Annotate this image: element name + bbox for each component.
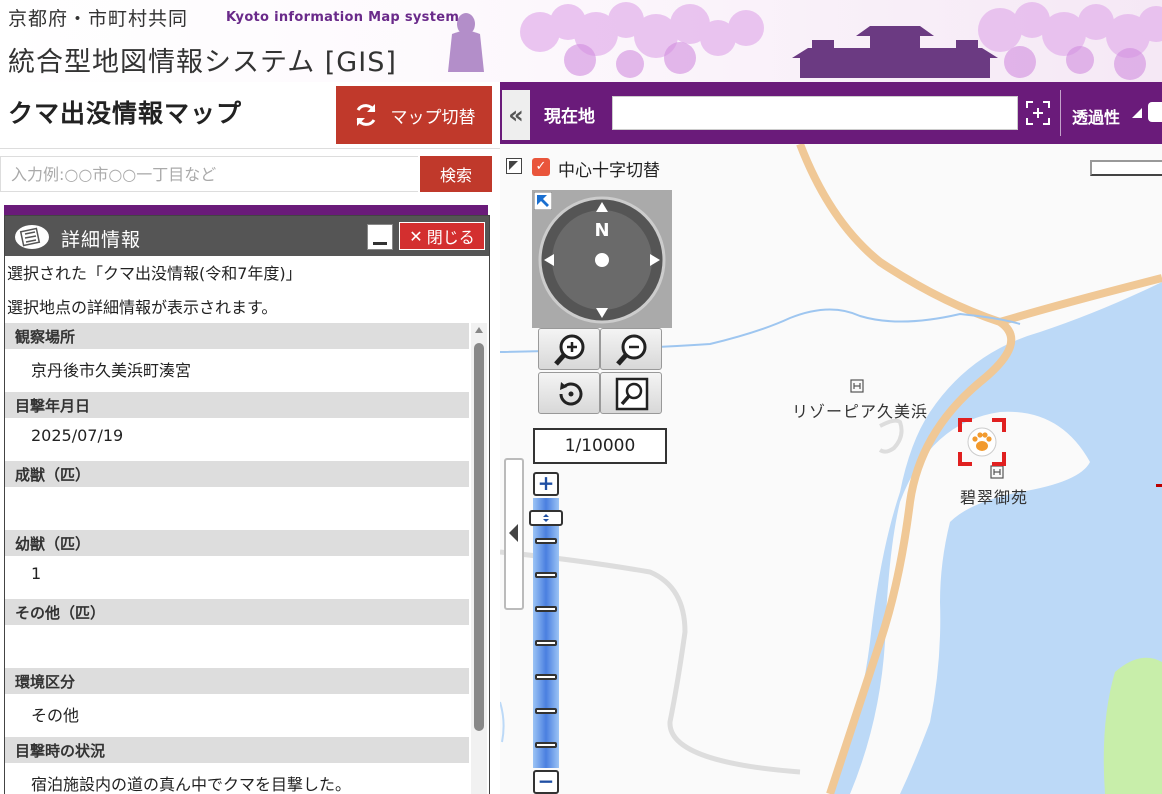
close-label: 閉じる — [426, 228, 475, 247]
refresh-icon — [356, 104, 375, 126]
detail-description-note: 選択地点の詳細情報が表示されます。 — [7, 298, 278, 317]
field-label: 観察場所 — [5, 323, 469, 349]
location-input[interactable] — [612, 96, 1018, 130]
zoom-area-icon — [615, 377, 649, 411]
map-edge-mark — [1156, 484, 1162, 487]
scale-bar — [1090, 160, 1162, 176]
zoom-in-button[interactable] — [538, 328, 600, 370]
detail-header[interactable]: 詳細情報 ✕ 閉じる — [5, 216, 489, 256]
compass-control[interactable]: N — [532, 190, 672, 328]
banner: 京都府・市町村共同 Kyoto information Map system 統… — [0, 0, 1162, 82]
map-title: クマ出没情報マップ — [8, 99, 243, 128]
field-label: 目撃時の状況 — [5, 737, 469, 763]
scroll-up-icon[interactable] — [475, 327, 483, 333]
zoom-out-icon — [616, 334, 647, 366]
map-toolbar: « 現在地 透過性 — [500, 82, 1162, 144]
detail-scrollbar[interactable] — [471, 323, 487, 794]
poi-label: リゾーピア久美浜 — [792, 402, 929, 421]
app-window: 京都府・市町村共同 Kyoto information Map system 統… — [0, 0, 1162, 794]
detail-field-list: 観察場所 京丹後市久美浜町湊宮 目撃年月日 2025/07/19 成獣（匹） 幼… — [5, 323, 471, 794]
field-value: その他 — [31, 706, 80, 725]
field-label: 成獣（匹） — [5, 461, 469, 487]
zoom-in-icon — [554, 334, 585, 366]
banner-decoration — [448, 2, 1162, 80]
poi-label: 碧翠御苑 — [960, 488, 1029, 507]
opacity-label: 透過性 — [1072, 108, 1121, 127]
field-value: 2025/07/19 — [31, 426, 124, 445]
detail-window: 詳細情報 ✕ 閉じる 選択された「クマ出没情報(令和7年度)」 選択地点の詳細情… — [4, 215, 490, 794]
slider-tick[interactable] — [535, 674, 557, 680]
home-arrow-icon[interactable] — [534, 192, 552, 210]
banner-system-title: 統合型地図情報システム [GIS] — [8, 47, 397, 78]
side-panel-toggle[interactable] — [504, 458, 524, 610]
compass-north-label: N — [594, 220, 609, 241]
field-value: 宿泊施設内の道の真ん中でクマを目撃した。 — [31, 775, 352, 794]
pan-center-icon — [595, 253, 609, 267]
field-label: その他（匹） — [5, 599, 469, 625]
toolbar-divider — [1060, 90, 1061, 136]
map-switch-label: マップ切替 — [390, 107, 476, 128]
opacity-toggle[interactable] — [1148, 102, 1162, 122]
crosshair-checkbox[interactable]: ✓ — [532, 158, 550, 176]
slider-zoom-in-button[interactable]: + — [533, 472, 559, 496]
detail-title: 詳細情報 — [61, 229, 142, 251]
zoom-out-button[interactable] — [600, 328, 662, 370]
opacity-slider-icon[interactable] — [1132, 108, 1142, 118]
banner-organization: 京都府・市町村共同 — [8, 8, 189, 30]
scroll-thumb[interactable] — [474, 343, 484, 731]
crosshair-toggle-label: 中心十字切替 — [558, 161, 660, 181]
map-view[interactable]: リゾーピア久美浜 碧翠御苑 « 現在地 透過性 ✓ 中心十字切替 N 1/100… — [500, 82, 1162, 794]
slider-zoom-out-button[interactable]: − — [533, 770, 559, 794]
close-button[interactable]: ✕ 閉じる — [399, 222, 485, 250]
drag-handle-icon — [543, 514, 549, 522]
slider-tick[interactable] — [535, 640, 557, 646]
field-label: 環境区分 — [5, 668, 469, 694]
minimize-button[interactable] — [367, 224, 393, 250]
collapse-panel-button[interactable]: « — [502, 90, 530, 140]
left-panel: クマ出没情報マップ マップ切替 検索 — [0, 82, 500, 794]
slider-tick[interactable] — [535, 538, 557, 544]
reset-view-button[interactable] — [538, 372, 600, 414]
overview-toggle-icon[interactable] — [506, 158, 522, 174]
bear-marker[interactable] — [956, 416, 1008, 468]
slider-tick[interactable] — [535, 606, 557, 612]
detail-description-layer: 選択された「クマ出没情報(令和7年度)」 — [7, 264, 302, 283]
slider-tick[interactable] — [535, 742, 557, 748]
field-value: 1 — [31, 564, 42, 583]
divider — [0, 148, 500, 149]
info-card-icon — [15, 225, 49, 249]
zoom-area-button[interactable] — [600, 372, 662, 414]
crosshair-icon — [1026, 101, 1050, 125]
slider-tick[interactable] — [535, 708, 557, 714]
slider-thumb[interactable] — [529, 510, 563, 526]
locate-button[interactable] — [1024, 100, 1052, 128]
field-label: 幼獣（匹） — [5, 530, 469, 556]
scale-display: 1/10000 — [533, 428, 667, 464]
zoom-slider[interactable]: + − — [529, 472, 563, 794]
location-label: 現在地 — [544, 107, 595, 127]
search-button[interactable]: 検索 — [420, 156, 492, 192]
rotate-reset-icon — [559, 382, 583, 406]
field-value: 京丹後市久美浜町湊宮 — [31, 361, 192, 380]
map-switch-button[interactable]: マップ切替 — [336, 86, 492, 144]
slider-tick[interactable] — [535, 572, 557, 578]
address-search-input[interactable] — [0, 156, 418, 192]
field-label: 目撃年月日 — [5, 392, 469, 418]
close-icon: ✕ — [409, 226, 423, 246]
